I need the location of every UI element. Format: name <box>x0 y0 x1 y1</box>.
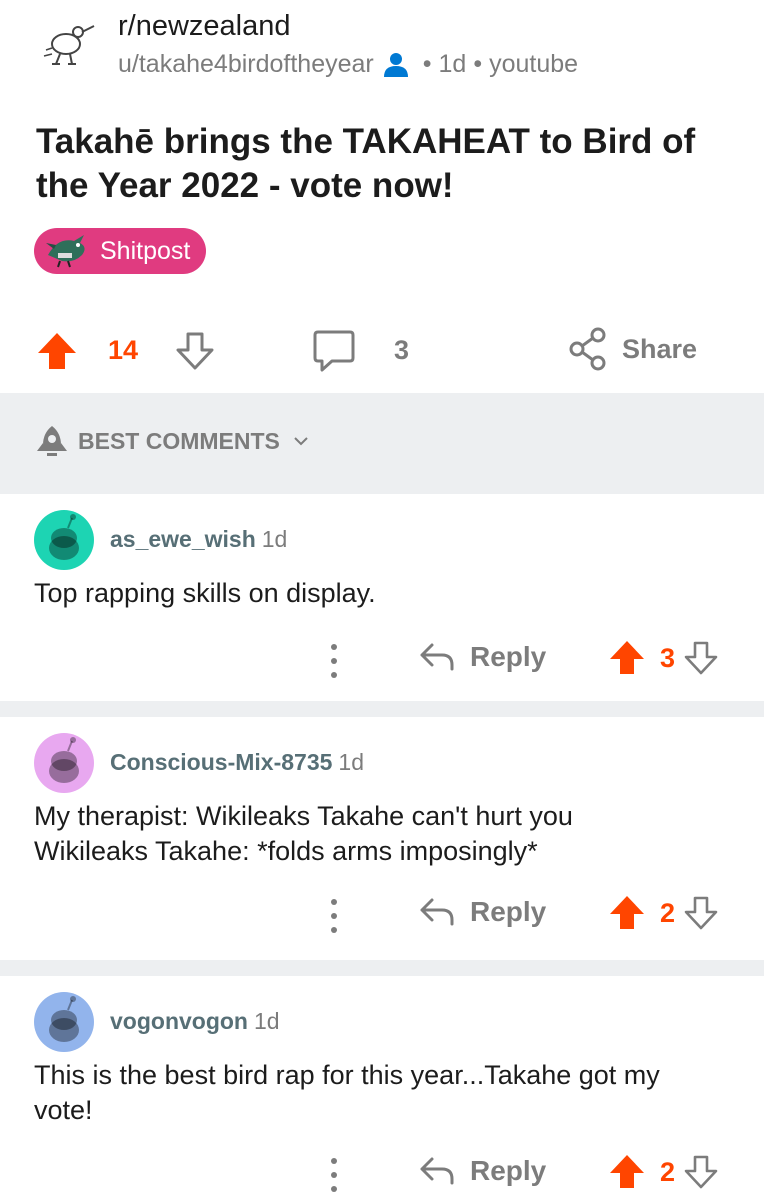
upvote-arrow-icon[interactable] <box>608 1153 646 1191</box>
comment: vogonvogon 1d This is the best bird rap fo… <box>0 976 764 1200</box>
comment-sort-bar: BEST COMMENTS <box>0 393 764 494</box>
flair-label: Shitpost <box>100 236 191 265</box>
comment: Conscious-Mix-8735 1d My therapist: Wikile… <box>0 717 764 960</box>
comment-bubble-icon <box>313 330 355 372</box>
downvote-arrow-icon[interactable] <box>683 640 719 676</box>
post-upvote-button[interactable] <box>36 330 78 372</box>
comment-vote: 3 <box>608 639 719 677</box>
comment-sort-dropdown[interactable]: BEST COMMENTS <box>34 423 310 459</box>
reply-label: Reply <box>470 896 547 927</box>
more-options-icon[interactable] <box>320 894 348 938</box>
avatar[interactable] <box>34 992 94 1052</box>
downvote-arrow-icon[interactable] <box>683 895 719 931</box>
upvote-arrow-icon[interactable] <box>608 894 646 932</box>
chevron-down-icon <box>294 437 308 446</box>
more-options-icon[interactable] <box>320 639 348 683</box>
separator-dot: • <box>422 50 432 78</box>
share-icon <box>569 327 606 371</box>
post-author[interactable]: u/takahe4birdoftheyear <box>118 50 374 79</box>
avatar[interactable] <box>34 510 94 570</box>
takahe-flair-icon <box>46 235 85 268</box>
comment-author-name: vogonvogon <box>110 1008 248 1034</box>
comment-age: 1d <box>261 526 288 552</box>
sort-label: BEST COMMENTS <box>78 427 280 454</box>
reply-button[interactable]: Reply <box>418 896 546 928</box>
comment-actions: Reply 2 <box>0 894 764 938</box>
comment-vote: 2 <box>608 1153 719 1191</box>
post-action-bar: 14 3 Share <box>0 320 764 382</box>
reply-button[interactable]: Reply <box>418 641 546 673</box>
comment: as_ewe_wish 1d Top rapping skills on displ… <box>0 494 764 701</box>
post-title[interactable]: Takahē brings the TAKAHEAT to Bird of th… <box>36 120 736 208</box>
post-downvote-button[interactable] <box>174 330 216 372</box>
comment-body-line: This is the best bird rap for this year.… <box>34 1060 660 1090</box>
avatar[interactable] <box>34 733 94 793</box>
comment-body: This is the best bird rap for this year.… <box>34 1058 734 1128</box>
subreddit-kiwi-icon[interactable] <box>40 20 96 70</box>
post-meta: u/takahe4birdoftheyear • 1d • youtube <box>118 50 578 79</box>
post-domain[interactable]: youtube <box>489 50 578 79</box>
post-comments-button[interactable] <box>312 328 356 374</box>
comment-body-line: Wikileaks Takahe: *folds arms imposingly… <box>34 836 538 866</box>
rocket-icon <box>37 426 67 456</box>
reply-label: Reply <box>470 1155 547 1186</box>
comment-divider <box>0 960 764 976</box>
downvote-arrow-icon[interactable] <box>683 1154 719 1190</box>
post-age: 1d <box>438 50 467 78</box>
reply-arrow-icon <box>420 1157 454 1185</box>
comment-author[interactable]: as_ewe_wish 1d <box>110 526 287 553</box>
post-score: 14 <box>108 335 139 365</box>
post-header: r/newzealand u/takahe4birdoftheyear • 1d… <box>0 0 764 96</box>
comment-vote: 2 <box>608 894 719 932</box>
comment-body: Top rapping skills on display. <box>34 576 734 611</box>
upvote-arrow-icon <box>38 333 76 369</box>
comment-actions: Reply 3 <box>0 639 764 683</box>
post-comment-count: 3 <box>394 335 410 365</box>
downvote-arrow-icon <box>176 332 214 370</box>
comment-divider <box>0 701 764 717</box>
comment-score: 2 <box>660 897 676 928</box>
comment-body-line: Top rapping skills on display. <box>34 578 376 608</box>
comment-author[interactable]: vogonvogon 1d <box>110 1008 280 1035</box>
comment-author[interactable]: Conscious-Mix-8735 1d <box>110 749 364 776</box>
comment-actions: Reply 2 <box>0 1153 764 1197</box>
reply-label: Reply <box>470 641 547 672</box>
reply-arrow-icon <box>420 898 454 926</box>
upvote-arrow-icon[interactable] <box>608 639 646 677</box>
comment-body-line: My therapist: Wikileaks Takahe can't hur… <box>34 801 573 831</box>
comment-score: 3 <box>660 642 676 673</box>
reply-button[interactable]: Reply <box>418 1155 546 1187</box>
post-flair[interactable]: Shitpost <box>34 228 207 274</box>
comment-body-line: vote! <box>34 1095 93 1125</box>
comment-author-name: as_ewe_wish <box>110 526 256 552</box>
separator-dot: • <box>473 50 483 78</box>
more-options-icon[interactable] <box>320 1153 348 1197</box>
post-share-button[interactable]: Share <box>568 326 697 372</box>
reply-arrow-icon <box>420 643 454 671</box>
comment-author-name: Conscious-Mix-8735 <box>110 749 333 775</box>
comment-age: 1d <box>338 749 364 775</box>
comment-score: 2 <box>660 1156 676 1187</box>
user-icon <box>383 52 408 77</box>
comment-body: My therapist: Wikileaks Takahe can't hur… <box>34 799 734 869</box>
comment-age: 1d <box>253 1008 280 1034</box>
subreddit-name[interactable]: r/newzealand <box>118 10 291 43</box>
share-label: Share <box>622 333 698 364</box>
